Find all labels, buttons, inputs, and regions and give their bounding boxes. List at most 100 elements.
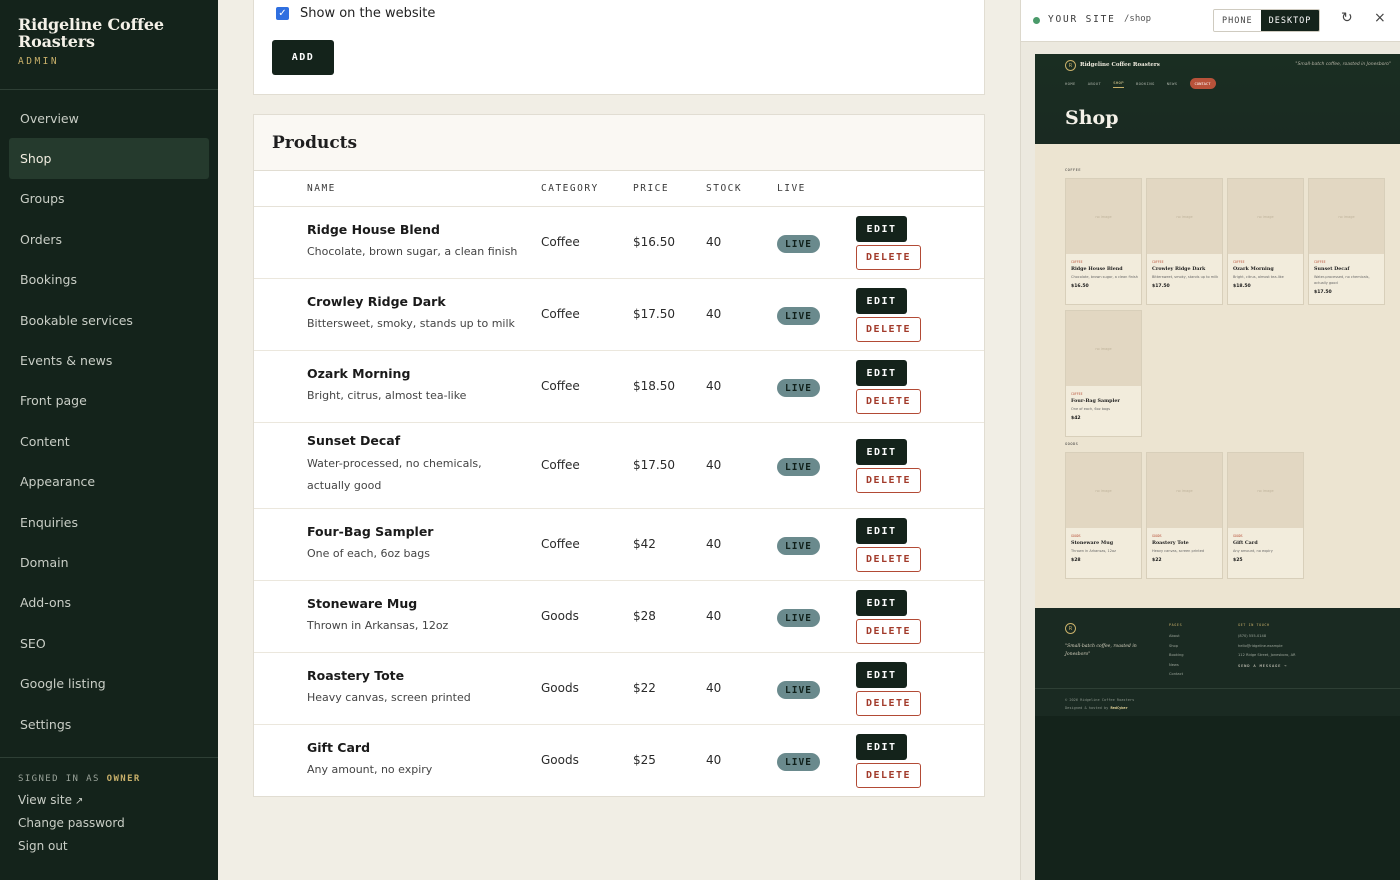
product-stock: 40 (706, 681, 722, 695)
preview-product-category: COFFEE (1071, 260, 1083, 264)
site-nav-item: HOME (1065, 81, 1076, 86)
sidebar-item-overview[interactable]: Overview (0, 98, 218, 138)
delete-button[interactable]: DELETE (856, 245, 921, 270)
site-footer: R "Small-batch coffee, roasted in Jonesb… (1035, 608, 1400, 716)
delete-button[interactable]: DELETE (856, 691, 921, 716)
sidebar-item-add-ons[interactable]: Add-ons (0, 583, 218, 623)
preview-product-name: Four-Bag Sampler (1071, 398, 1120, 404)
sidebar-item-seo[interactable]: SEO (0, 623, 218, 663)
delete-button[interactable]: DELETE (856, 763, 921, 788)
show-on-website-label: Show on the website (300, 6, 436, 21)
footer-pages-list: About Shop Booking News Contact (1169, 632, 1184, 680)
change-password-link[interactable]: Change password (18, 816, 200, 830)
edit-button[interactable]: EDIT (856, 734, 907, 760)
footer-page-link: Contact (1169, 672, 1183, 677)
preview-product-desc: Thrown in Arkansas, 12oz (1071, 549, 1116, 553)
preview-product-price: $17.50 (1314, 290, 1332, 295)
preview-product-image: no image (1147, 179, 1222, 254)
product-category: Coffee (541, 458, 580, 472)
close-icon[interactable]: × (1374, 10, 1386, 26)
product-price: $42 (633, 537, 656, 551)
add-product-button[interactable]: ADD (272, 40, 334, 75)
product-category: Goods (541, 609, 579, 623)
delete-button[interactable]: DELETE (856, 468, 921, 493)
footer-pages-heading: PAGES (1169, 623, 1183, 627)
product-price: $18.50 (633, 379, 675, 393)
product-form-card: ✓ Show on the website ADD (253, 0, 985, 95)
sidebar-item-front-page[interactable]: Front page (0, 381, 218, 421)
show-on-website-checkbox[interactable]: ✓ (276, 7, 289, 20)
delete-button[interactable]: DELETE (856, 317, 921, 342)
delete-button[interactable]: DELETE (856, 619, 921, 644)
edit-button[interactable]: EDIT (856, 360, 907, 386)
admin-sidebar: Ridgeline Coffee Roasters ADMIN Overview… (0, 0, 218, 880)
site-page-title: Shop (1065, 107, 1119, 129)
product-price: $25 (633, 753, 656, 767)
sidebar-item-bookings[interactable]: Bookings (0, 260, 218, 300)
sidebar-item-google-listing[interactable]: Google listing (0, 663, 218, 703)
table-row: Ridge House Blend Chocolate, brown sugar,… (254, 207, 984, 279)
preview-product-name: Stoneware Mug (1071, 540, 1114, 546)
sidebar-item-events-news[interactable]: Events & news (0, 340, 218, 380)
status-badge: LIVE (777, 307, 820, 325)
products-table-body: Ridge House Blend Chocolate, brown sugar,… (254, 207, 984, 797)
edit-button[interactable]: EDIT (856, 216, 907, 242)
site-nav-item: ABOUT (1087, 81, 1102, 86)
product-category: Goods (541, 753, 579, 767)
phone-view-button[interactable]: PHONE (1214, 10, 1261, 31)
sidebar-item-orders[interactable]: Orders (0, 219, 218, 259)
sidebar-item-enquiries[interactable]: Enquiries (0, 502, 218, 542)
preview-product-category: GOODS (1152, 534, 1162, 538)
preview-product-name: Crowley Ridge Dark (1152, 266, 1206, 272)
edit-button[interactable]: EDIT (856, 590, 907, 616)
delete-button[interactable]: DELETE (856, 547, 921, 572)
product-name: Four-Bag Sampler (307, 524, 434, 539)
edit-button[interactable]: EDIT (856, 662, 907, 688)
preview-product-card: no image COFFEE Ozark Morning Bright, citru… (1227, 178, 1304, 305)
table-row: Ozark Morning Bright, citrus, almost tea-… (254, 351, 984, 423)
view-site-link[interactable]: View site ↗ (18, 793, 200, 807)
sidebar-item-appearance[interactable]: Appearance (0, 462, 218, 502)
brand-subtitle: ADMIN (18, 56, 60, 67)
footer-phone: (870) 555-0148 (1238, 634, 1267, 638)
desktop-view-button[interactable]: DESKTOP (1260, 10, 1320, 31)
footer-contact: GET IN TOUCH (870) 555-0148 hello@ridgel… (1238, 623, 1296, 668)
preview-product-name: Sunset Decaf (1314, 266, 1350, 272)
edit-button[interactable]: EDIT (856, 288, 907, 314)
sidebar-item-content[interactable]: Content (0, 421, 218, 461)
credit-prefix: Designed & hosted by (1065, 706, 1109, 710)
sidebar-item-groups[interactable]: Groups (0, 179, 218, 219)
sidebar-item-shop[interactable]: Shop (9, 138, 209, 179)
footer-quote: "Small-batch coffee, roasted in Jonesbor… (1065, 644, 1137, 657)
delete-button[interactable]: DELETE (856, 389, 921, 414)
product-category: Coffee (541, 307, 580, 321)
product-category: Goods (541, 681, 579, 695)
preview-product-price: $17.50 (1152, 284, 1170, 289)
sidebar-item-domain[interactable]: Domain (0, 542, 218, 582)
sign-out-link[interactable]: Sign out (18, 839, 200, 853)
site-nav: HOME ABOUT SHOP BOOKING NEWS CONTACT (1065, 78, 1216, 89)
product-stock: 40 (706, 537, 722, 551)
site-preview: R Ridgeline Coffee Roasters "Small-batch… (1035, 54, 1400, 880)
product-category: Coffee (541, 537, 580, 551)
sidebar-item-settings[interactable]: Settings (0, 704, 218, 744)
preview-product-image: no image (1309, 179, 1384, 254)
preview-product-desc: Any amount, no expiry (1233, 549, 1273, 553)
signed-in-label: SIGNED IN AS (18, 774, 100, 784)
edit-button[interactable]: EDIT (856, 439, 907, 465)
status-badge: LIVE (777, 753, 820, 771)
products-table-header: NAME CATEGORY PRICE STOCK LIVE (254, 171, 984, 207)
preview-product-image: no image (1066, 311, 1141, 386)
account-panel: SIGNED IN AS OWNER View site ↗ Change pas… (0, 757, 218, 853)
show-on-website-row[interactable]: ✓ Show on the website (276, 6, 435, 21)
user-role: OWNER (106, 774, 141, 784)
refresh-icon[interactable]: ↻ (1341, 10, 1353, 26)
view-site-label: View site (18, 793, 72, 807)
device-toggle: PHONE DESKTOP (1213, 9, 1321, 32)
footer-page-link: About (1169, 634, 1180, 638)
product-category: Coffee (541, 379, 580, 393)
preview-product-card: no image GOODS Stoneware Mug Thrown in Arka… (1065, 452, 1142, 579)
credit-name: RedCyber (1110, 706, 1128, 710)
sidebar-item-bookable-services[interactable]: Bookable services (0, 300, 218, 340)
edit-button[interactable]: EDIT (856, 518, 907, 544)
